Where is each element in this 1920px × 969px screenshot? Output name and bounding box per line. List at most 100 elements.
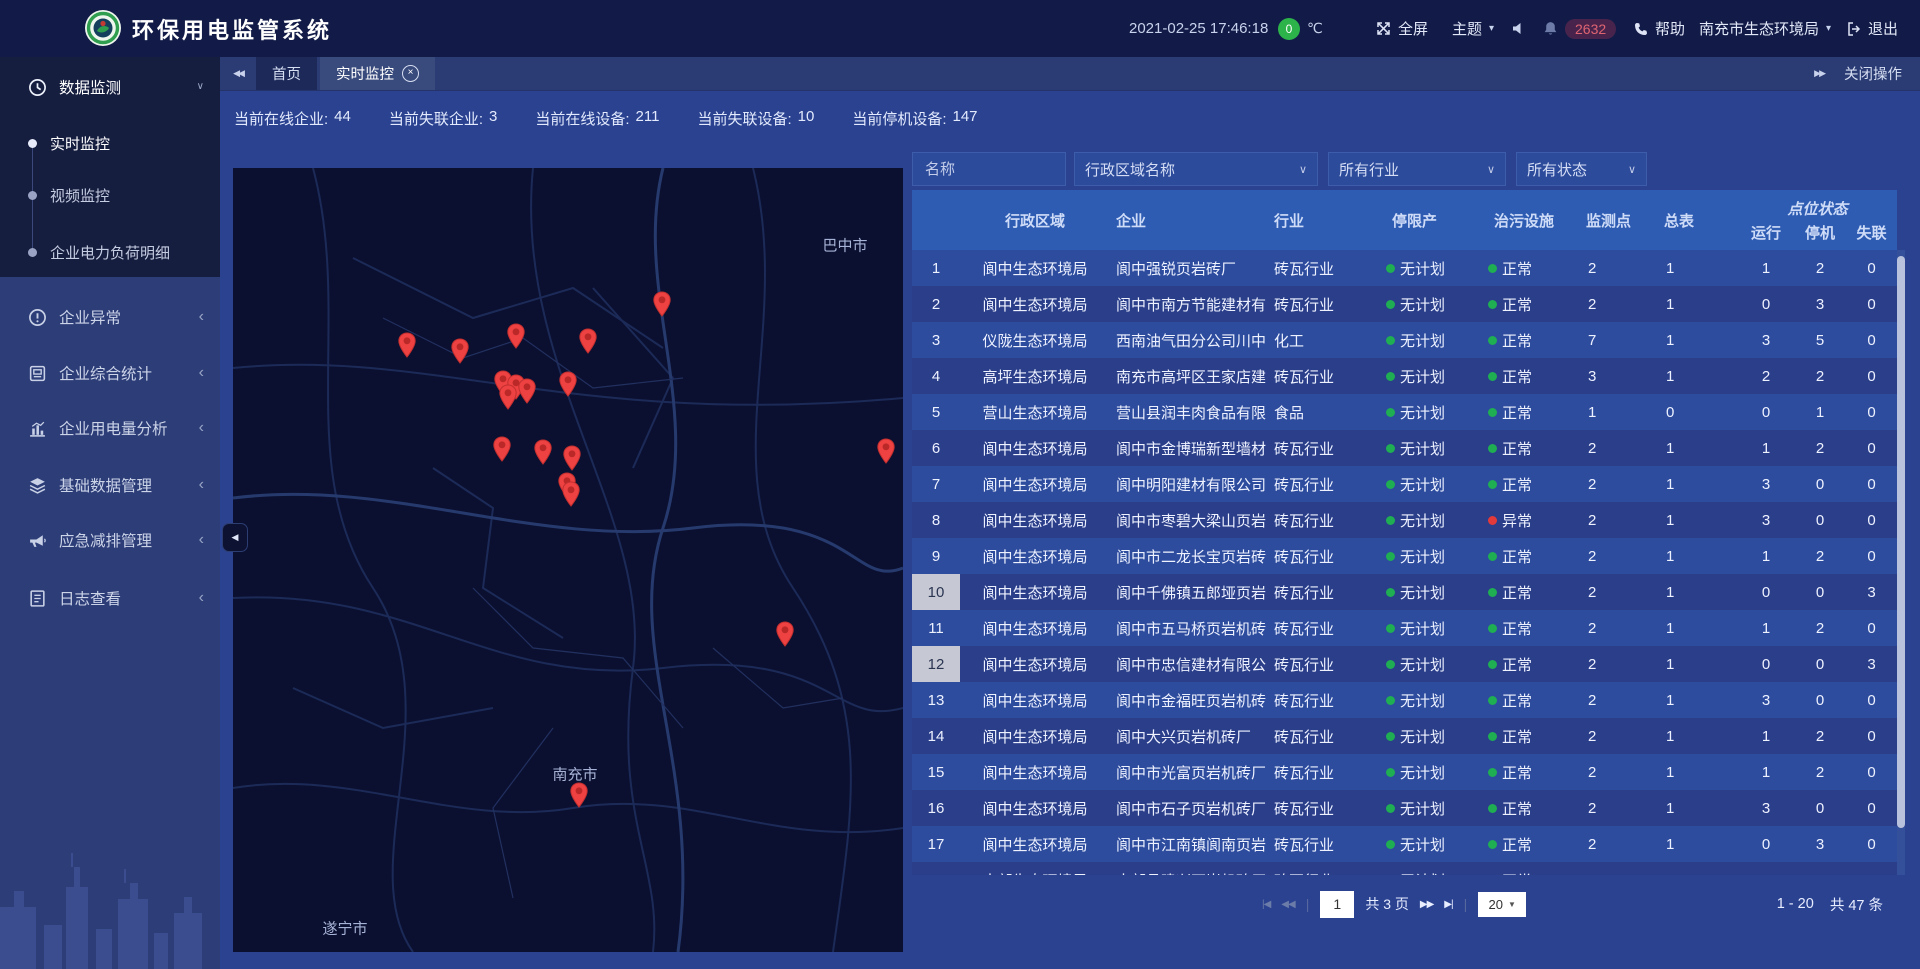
map-pin[interactable] — [569, 782, 589, 808]
table-row[interactable]: 14 阆中生态环境局 阆中大兴页岩机砖厂 砖瓦行业 无计划 正常 2 1 1 2… — [912, 718, 1897, 754]
table-row[interactable]: 11 阆中生态环境局 阆中市五马桥页岩机砖 砖瓦行业 无计划 正常 2 1 1 … — [912, 610, 1897, 646]
sidebar-item-base-data[interactable]: 基础数据管理 ‹ — [0, 465, 220, 505]
collapse-tabs-icon[interactable]: ◀◀ — [220, 57, 256, 90]
sidebar-item-emergency-reduction[interactable]: 应急减排管理 ‹ — [0, 520, 220, 560]
map-pin[interactable] — [492, 436, 512, 462]
map-pin[interactable] — [652, 291, 672, 317]
limit-status-dot — [1386, 516, 1395, 525]
map-pin[interactable] — [876, 438, 896, 464]
company-cell: 阆中市五马桥页岩机砖 — [1110, 618, 1268, 639]
map-pin[interactable] — [578, 328, 598, 354]
table-row[interactable]: 3 仪陇生态环境局 西南油气田分公司川中 化工 无计划 正常 7 1 3 5 0 — [912, 322, 1897, 358]
meters-cell: 1 — [1658, 800, 1738, 817]
table-row[interactable]: 12 阆中生态环境局 阆中市忠信建材有限公 砖瓦行业 无计划 正常 2 1 0 … — [912, 646, 1897, 682]
map-collapse-button[interactable]: ◀ — [222, 523, 248, 552]
table-row[interactable]: 13 阆中生态环境局 阆中市金福旺页岩机砖 砖瓦行业 无计划 正常 2 1 3 … — [912, 682, 1897, 718]
table-row[interactable]: 9 阆中生态环境局 阆中市二龙长宝页岩砖 砖瓦行业 无计划 正常 2 1 1 2… — [912, 538, 1897, 574]
limit-status-cell: 无计划 — [1386, 366, 1488, 387]
table-row[interactable]: 15 阆中生态环境局 阆中市光富页岩机砖厂 砖瓦行业 无计划 正常 2 1 1 … — [912, 754, 1897, 790]
name-filter-input[interactable] — [923, 160, 1055, 179]
map-pin[interactable] — [397, 332, 417, 358]
points-cell: 2 — [1580, 692, 1658, 709]
limit-status-dot — [1386, 588, 1395, 597]
map-pin[interactable] — [562, 445, 582, 471]
table-row[interactable]: 7 阆中生态环境局 阆中明阳建材有限公司 砖瓦行业 无计划 正常 2 1 3 0… — [912, 466, 1897, 502]
stopped-cell: 2 — [1794, 548, 1846, 565]
map-pin[interactable] — [561, 481, 581, 507]
app-root: 环保用电监管系统 2021-02-25 17:46:18 0 ℃ 全屏 主题 ▾ — [0, 0, 1920, 969]
table-row[interactable]: 18 南部生态环境局 南部县建兴页岩机砖厂 砖瓦行业 无计划 正常 2 0 0 … — [912, 862, 1897, 875]
sidebar-item-enterprise-statistics[interactable]: 企业综合统计 ‹ — [0, 353, 220, 393]
offline-cell: 0 — [1846, 728, 1897, 745]
limit-status-cell: 无计划 — [1386, 798, 1488, 819]
map-pin[interactable] — [498, 384, 518, 410]
first-page-button[interactable]: |◀ — [1262, 899, 1270, 910]
expand-tabs-icon[interactable]: ▶▶ — [1814, 68, 1824, 79]
temperature-badge: 0 ℃ — [1278, 0, 1323, 57]
tab-home[interactable]: 首页 — [256, 57, 317, 90]
sidebar-item-log-view[interactable]: 日志查看 ‹ — [0, 578, 220, 618]
map-pin[interactable] — [775, 621, 795, 647]
prev-page-button[interactable]: ◀◀ — [1281, 899, 1294, 910]
table-row[interactable]: 17 阆中生态环境局 阆中市江南镇阆南页岩 砖瓦行业 无计划 正常 2 1 0 … — [912, 826, 1897, 862]
map-pin[interactable] — [533, 439, 553, 465]
map-pin[interactable] — [558, 371, 578, 397]
sidebar-item-power-analysis[interactable]: 企业用电量分析 ‹ — [0, 408, 220, 448]
running-cell: 1 — [1738, 728, 1794, 745]
org-dropdown[interactable]: 南充市生态环境局 ▾ — [1699, 0, 1831, 57]
page-size-select[interactable]: 20 ▼ — [1478, 892, 1526, 917]
map-panel[interactable]: 巴中市南充市遂宁市 — [233, 168, 903, 952]
notification-count-badge: 2632 — [1565, 19, 1616, 39]
table-scrollbar-thumb[interactable] — [1897, 256, 1905, 828]
sound-button[interactable] — [1512, 0, 1526, 57]
page-number-input[interactable] — [1320, 891, 1354, 918]
sidebar-item-video-monitoring[interactable]: 视频监控 — [0, 177, 220, 213]
close-operations-dropdown[interactable]: 关闭操作 — [1844, 63, 1902, 84]
sidebar-item-data-monitoring[interactable]: 数据监测 ∨ — [0, 67, 220, 107]
map-pin[interactable] — [506, 323, 526, 349]
region-cell: 阆中生态环境局 — [960, 474, 1110, 495]
theme-dropdown[interactable]: 主题 ▾ — [1452, 0, 1494, 57]
next-page-button[interactable]: ▶▶ — [1420, 899, 1433, 910]
limit-status-cell: 无计划 — [1386, 726, 1488, 747]
fullscreen-button[interactable]: 全屏 — [1376, 0, 1428, 57]
industry-cell: 砖瓦行业 — [1268, 582, 1386, 603]
app-logo-icon — [84, 9, 122, 47]
status-filter-select[interactable]: 所有状态 ∨ — [1516, 152, 1647, 186]
region-cell: 阆中生态环境局 — [960, 798, 1110, 819]
fullscreen-icon — [1376, 21, 1391, 36]
sidebar-item-enterprise-abnormal[interactable]: 企业异常 ‹ — [0, 297, 220, 337]
table-row[interactable]: 5 营山生态环境局 营山县润丰肉食品有限 食品 无计划 正常 1 0 0 1 0 — [912, 394, 1897, 430]
sidebar-item-realtime-monitoring[interactable]: 实时监控 — [0, 125, 220, 161]
top-header: 环保用电监管系统 2021-02-25 17:46:18 0 ℃ 全屏 主题 ▾ — [0, 0, 1920, 57]
close-tab-icon[interactable]: × — [402, 65, 419, 82]
map-pin[interactable] — [517, 378, 537, 404]
points-cell: 2 — [1580, 296, 1658, 313]
last-page-button[interactable]: ▶| — [1444, 899, 1452, 910]
help-button[interactable]: 帮助 — [1634, 0, 1685, 57]
notifications-button[interactable]: 2632 — [1543, 0, 1616, 57]
map-pin[interactable] — [450, 338, 470, 364]
industry-filter-select[interactable]: 所有行业 ∨ — [1328, 152, 1506, 186]
limit-status-dot — [1386, 840, 1395, 849]
offline-cell: 0 — [1846, 872, 1897, 876]
meters-cell: 1 — [1658, 584, 1738, 601]
facility-status-dot — [1488, 588, 1497, 597]
logout-button[interactable]: 退出 — [1847, 0, 1898, 57]
tab-realtime-monitoring[interactable]: 实时监控 × — [320, 57, 435, 90]
name-filter-field[interactable] — [912, 152, 1066, 186]
col-region: 行政区域 — [960, 190, 1110, 250]
table-row[interactable]: 10 阆中生态环境局 阆中千佛镇五郎垭页岩 砖瓦行业 无计划 正常 2 1 0 … — [912, 574, 1897, 610]
company-cell: 阆中千佛镇五郎垭页岩 — [1110, 582, 1268, 603]
table-row[interactable]: 4 高坪生态环境局 南充市高坪区王家店建 砖瓦行业 无计划 正常 3 1 2 2… — [912, 358, 1897, 394]
table-row[interactable]: 8 阆中生态环境局 阆中市枣碧大梁山页岩 砖瓦行业 无计划 异常 2 1 3 0… — [912, 502, 1897, 538]
table-row[interactable]: 16 阆中生态环境局 阆中市石子页岩机砖厂 砖瓦行业 无计划 正常 2 1 3 … — [912, 790, 1897, 826]
facility-status-cell: 正常 — [1488, 726, 1580, 747]
meters-cell: 1 — [1658, 692, 1738, 709]
region-filter-select[interactable]: 行政区域名称 ∨ — [1074, 152, 1318, 186]
meters-cell: 1 — [1658, 368, 1738, 385]
sidebar-item-power-load-detail[interactable]: 企业电力负荷明细 — [0, 234, 220, 270]
table-row[interactable]: 6 阆中生态环境局 阆中市金博瑞新型墙材 砖瓦行业 无计划 正常 2 1 1 2… — [912, 430, 1897, 466]
table-row[interactable]: 1 阆中生态环境局 阆中强锐页岩砖厂 砖瓦行业 无计划 正常 2 1 1 2 0 — [912, 250, 1897, 286]
table-row[interactable]: 2 阆中生态环境局 阆中市南方节能建材有 砖瓦行业 无计划 正常 2 1 0 3… — [912, 286, 1897, 322]
